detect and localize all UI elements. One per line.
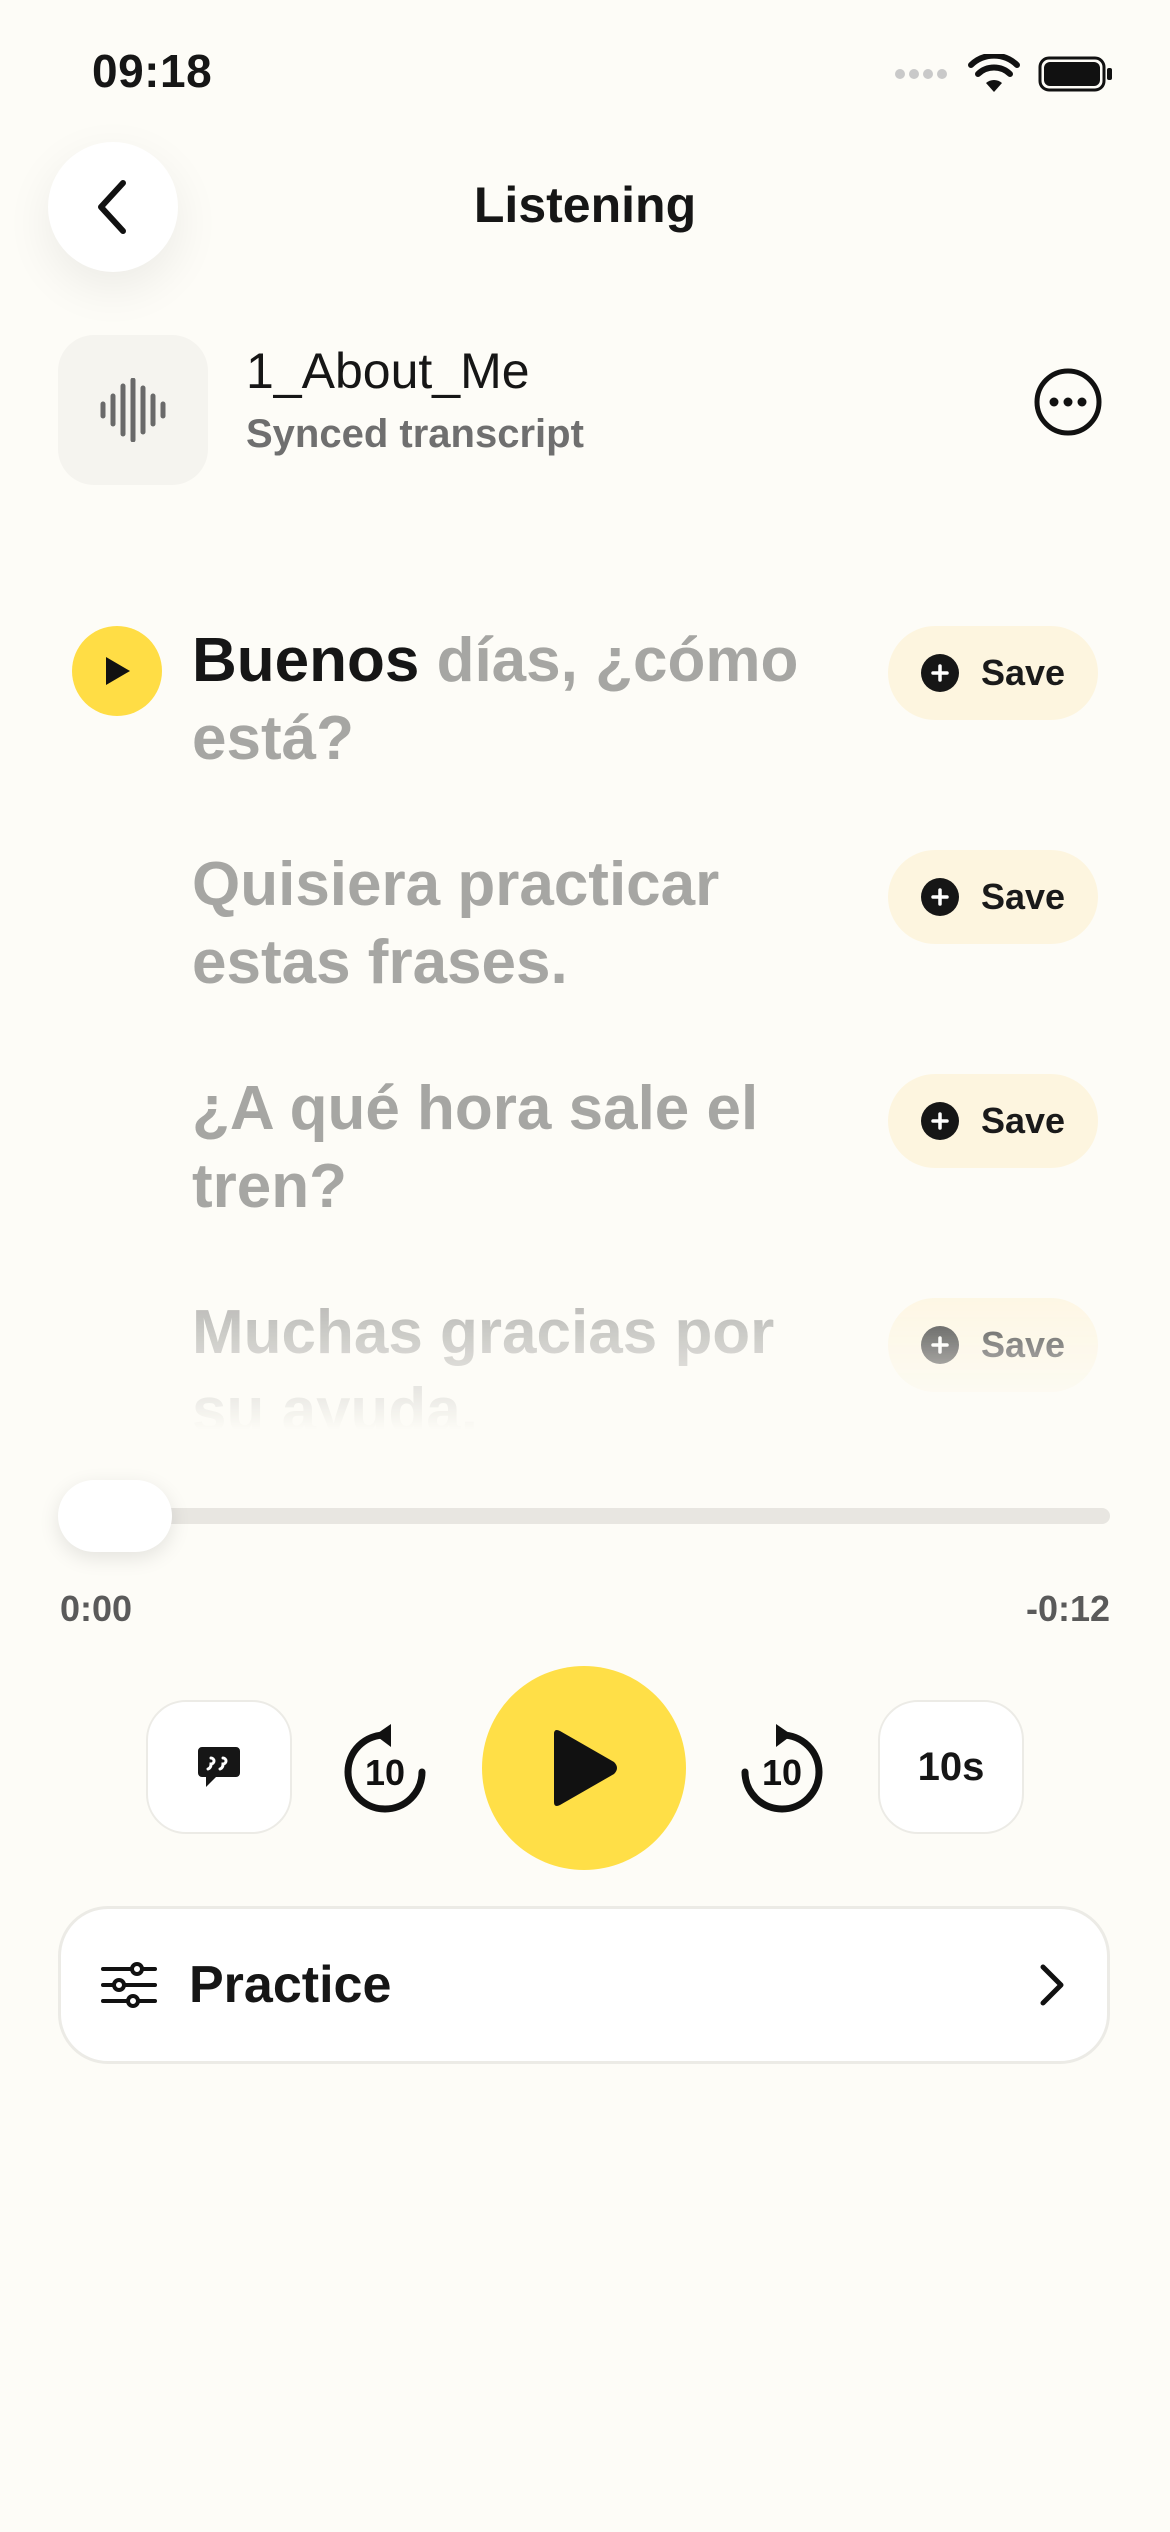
chevron-right-icon bbox=[1040, 1964, 1064, 2006]
save-button[interactable]: Save bbox=[888, 1074, 1098, 1168]
forward-10-icon: 10 bbox=[741, 1724, 823, 1813]
save-label: Save bbox=[980, 1324, 1066, 1365]
rewind-seconds: 10 bbox=[365, 1752, 405, 1793]
quote-bubble-icon bbox=[198, 1747, 240, 1787]
speed-button[interactable]: 10s bbox=[878, 1700, 1024, 1834]
elapsed-time: 0:00 bbox=[60, 1588, 133, 1629]
transcript-line[interactable]: Quisiera practicar estas frases. Save bbox=[0, 822, 1170, 1022]
cellular-signal-icon bbox=[895, 69, 947, 79]
transcript-line-text: Buenos días, ¿cómo está? bbox=[192, 622, 832, 778]
save-button[interactable]: Save bbox=[888, 850, 1098, 944]
play-icon bbox=[554, 1730, 617, 1806]
sliders-icon bbox=[101, 1962, 157, 2008]
line-play-button[interactable] bbox=[72, 626, 162, 716]
active-word: Buenos bbox=[192, 626, 420, 695]
track-title: 1_About_Me bbox=[246, 343, 530, 399]
status-icons bbox=[894, 54, 1114, 94]
more-options-button[interactable] bbox=[1032, 366, 1104, 438]
wifi-icon bbox=[968, 54, 1020, 92]
play-button[interactable] bbox=[482, 1666, 686, 1870]
forward-button[interactable]: 10 bbox=[727, 1716, 837, 1826]
progress-thumb[interactable] bbox=[58, 1480, 172, 1552]
battery-icon bbox=[1038, 56, 1112, 92]
plus-icon bbox=[920, 878, 959, 916]
transcript-line[interactable]: Muchas gracias por su ayuda. Save bbox=[0, 1270, 1170, 1430]
transcript-line[interactable]: ¿A qué hora sale el tren? Save bbox=[0, 1046, 1170, 1246]
more-icon bbox=[1034, 368, 1102, 436]
transcript-line-text: ¿A qué hora sale el tren? bbox=[192, 1074, 759, 1221]
plus-icon bbox=[920, 1102, 959, 1140]
transcript-line-text: Muchas gracias por su ayuda. bbox=[192, 1298, 775, 1430]
save-button[interactable]: Save bbox=[888, 1298, 1098, 1392]
save-label: Save bbox=[980, 876, 1066, 917]
save-label: Save bbox=[980, 1100, 1066, 1141]
track-subtitle: Synced transcript bbox=[246, 412, 584, 456]
status-time: 09:18 bbox=[92, 45, 213, 97]
transcript-toggle-button[interactable] bbox=[146, 1700, 292, 1834]
rewind-button[interactable]: 10 bbox=[330, 1716, 440, 1826]
track-artwork bbox=[58, 335, 208, 485]
plus-icon bbox=[920, 1326, 959, 1364]
save-label: Save bbox=[980, 652, 1066, 693]
transcript-line-text: Quisiera practicar estas frases. bbox=[192, 850, 720, 997]
progress-track[interactable] bbox=[60, 1508, 1110, 1524]
transcript-list[interactable]: Buenos días, ¿cómo está? Save Quisiera p… bbox=[0, 580, 1170, 1430]
waveform-icon bbox=[100, 378, 166, 442]
practice-label: Practice bbox=[189, 1956, 392, 2014]
save-button[interactable]: Save bbox=[888, 626, 1098, 720]
forward-seconds: 10 bbox=[762, 1752, 802, 1793]
rewind-10-icon: 10 bbox=[344, 1724, 426, 1813]
page-title: Listening bbox=[473, 177, 697, 233]
remaining-time: -0:12 bbox=[1025, 1588, 1110, 1629]
transcript-line[interactable]: Buenos días, ¿cómo está? Save bbox=[0, 598, 1170, 798]
practice-button[interactable]: Practice bbox=[58, 1906, 1110, 2064]
play-icon bbox=[106, 657, 130, 685]
plus-icon bbox=[920, 654, 959, 692]
